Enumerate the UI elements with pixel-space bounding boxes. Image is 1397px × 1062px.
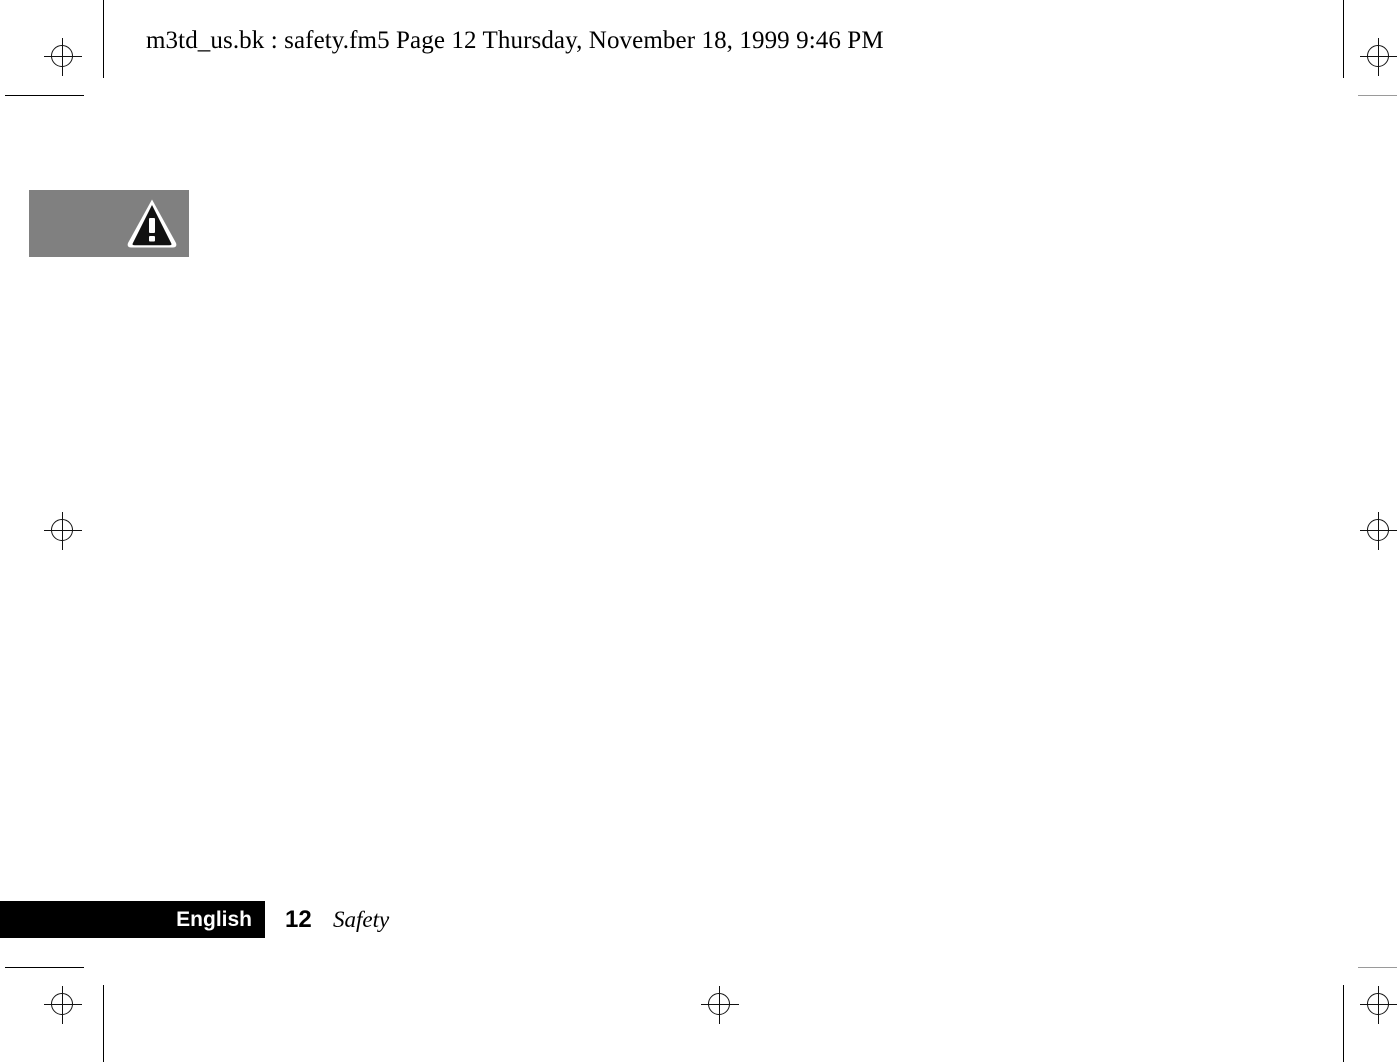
registration-mark-top-right	[1360, 38, 1397, 76]
registration-crosshair-horizontal-icon	[701, 1004, 739, 1005]
registration-crosshair-horizontal-icon	[44, 1004, 82, 1005]
crop-mark-top-right-horizontal	[1358, 95, 1397, 96]
registration-crosshair-horizontal-icon	[44, 530, 82, 531]
registration-mark-bottom-right	[1360, 986, 1397, 1024]
crop-mark-top-right-vertical	[1343, 0, 1344, 78]
crop-mark-top-left-vertical	[103, 0, 104, 78]
crop-mark-top-left-horizontal	[5, 95, 84, 96]
registration-crosshair-vertical-icon	[1378, 38, 1379, 76]
warning-triangle-icon	[126, 197, 178, 250]
registration-crosshair-vertical-icon	[1378, 986, 1379, 1024]
footer-language-label: English	[176, 908, 252, 931]
registration-crosshair-vertical-icon	[62, 512, 63, 550]
registration-mark-bottom-left	[44, 986, 82, 1024]
registration-crosshair-vertical-icon	[62, 38, 63, 76]
crop-mark-bottom-left-vertical	[103, 985, 104, 1062]
registration-crosshair-vertical-icon	[719, 986, 720, 1024]
crop-mark-bottom-right-horizontal	[1358, 967, 1397, 968]
registration-crosshair-horizontal-icon	[44, 56, 82, 57]
print-proof-page: m3td_us.bk : safety.fm5 Page 12 Thursday…	[0, 0, 1397, 1062]
registration-crosshair-vertical-icon	[62, 986, 63, 1024]
registration-mark-bottom-center	[701, 986, 739, 1024]
registration-mark-middle-left	[44, 512, 82, 550]
registration-mark-top-left	[44, 38, 82, 76]
footer-section-label: Safety	[333, 907, 390, 932]
crop-mark-bottom-left-horizontal	[5, 967, 84, 968]
crop-mark-bottom-right-vertical	[1343, 985, 1344, 1062]
page-header-slug: m3td_us.bk : safety.fm5 Page 12 Thursday…	[146, 27, 884, 54]
registration-crosshair-vertical-icon	[1378, 512, 1379, 550]
footer-language-bar: English	[0, 901, 265, 938]
warning-callout-box	[29, 190, 189, 257]
footer-page-number: 12	[285, 906, 312, 933]
registration-mark-middle-right	[1360, 512, 1397, 550]
